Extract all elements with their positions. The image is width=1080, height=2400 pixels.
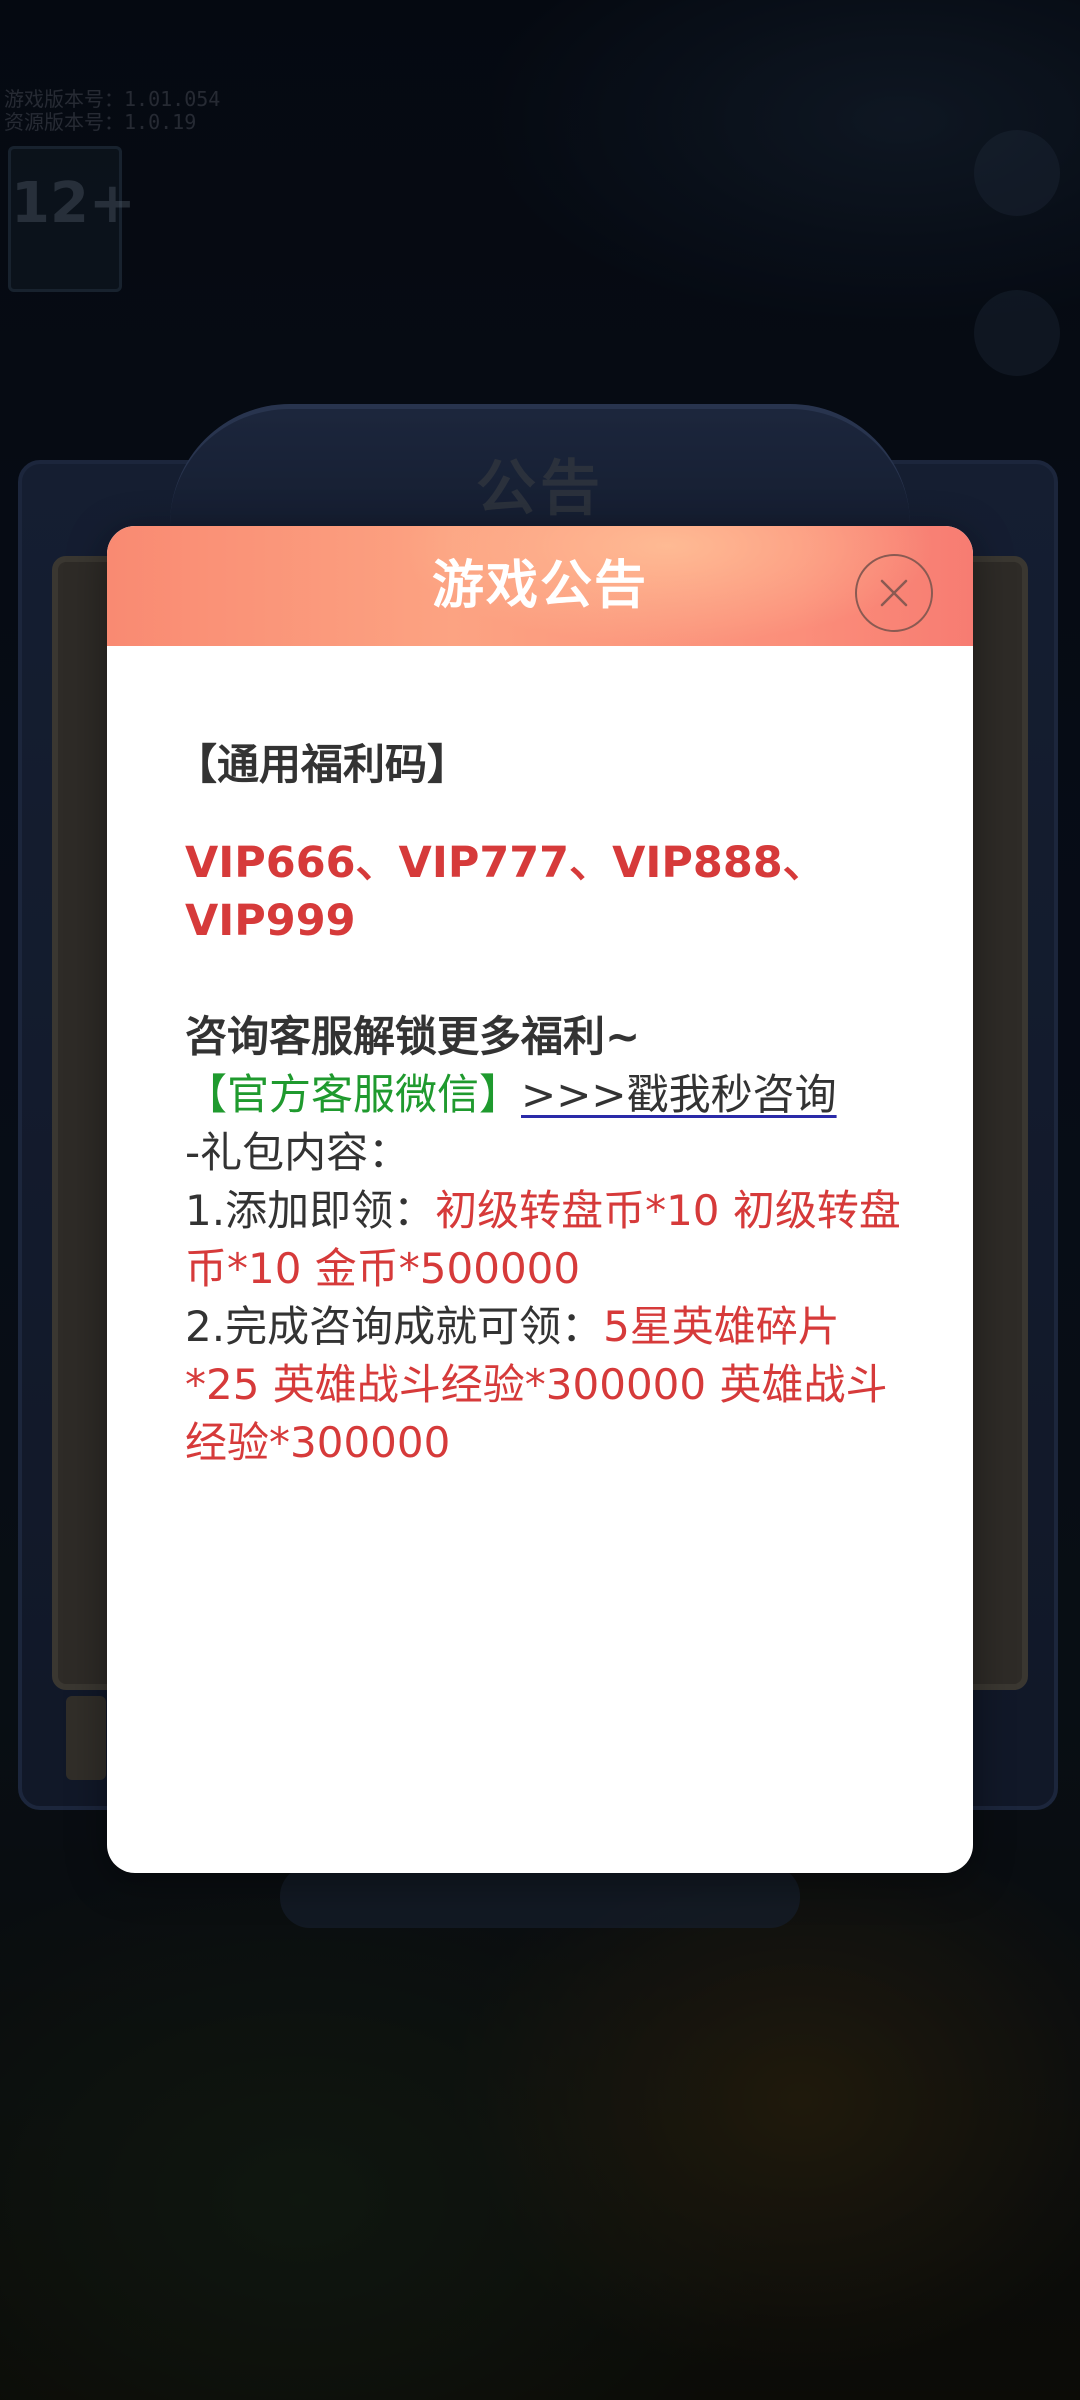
- dialog-title: 游戏公告: [431, 556, 648, 616]
- close-icon: [880, 579, 908, 607]
- benefit-codes: VIP666、VIP777、VIP888、 VIP999: [185, 834, 905, 950]
- dialog-body: 【通用福利码】 VIP666、VIP777、VIP888、 VIP999 咨询客…: [175, 736, 905, 1472]
- consult-link[interactable]: >>>戳我秒咨询: [521, 1070, 837, 1119]
- benefit-codes-line-2: VIP999: [185, 896, 356, 946]
- close-button[interactable]: [855, 554, 933, 632]
- benefit-codes-line-1: VIP666、VIP777、VIP888、: [185, 838, 826, 888]
- gift-item-2: 2.完成咨询成就可领：5星英雄碎片*25 英雄战斗经验*300000 英雄战斗经…: [185, 1298, 905, 1472]
- wechat-label: 【官方客服微信】: [185, 1070, 522, 1119]
- wechat-line: 【官方客服微信】>>>戳我秒咨询: [185, 1066, 905, 1124]
- game-announcement-dialog: 游戏公告 【通用福利码】 VIP666、VIP777、VIP888、 VIP99…: [107, 526, 973, 1873]
- gift-item-2-prefix: 2.完成咨询成就可领：: [185, 1302, 604, 1351]
- gift-item-1-prefix: 1.添加即领：: [185, 1186, 436, 1235]
- gift-item-1: 1.添加即领：初级转盘币*10 初级转盘币*10 金币*500000: [185, 1182, 905, 1298]
- dialog-header: 游戏公告: [107, 526, 973, 646]
- gift-heading: -礼包内容：: [185, 1128, 411, 1177]
- consult-text: 咨询客服解锁更多福利~: [185, 1012, 641, 1061]
- section-title: 【通用福利码】: [175, 740, 470, 789]
